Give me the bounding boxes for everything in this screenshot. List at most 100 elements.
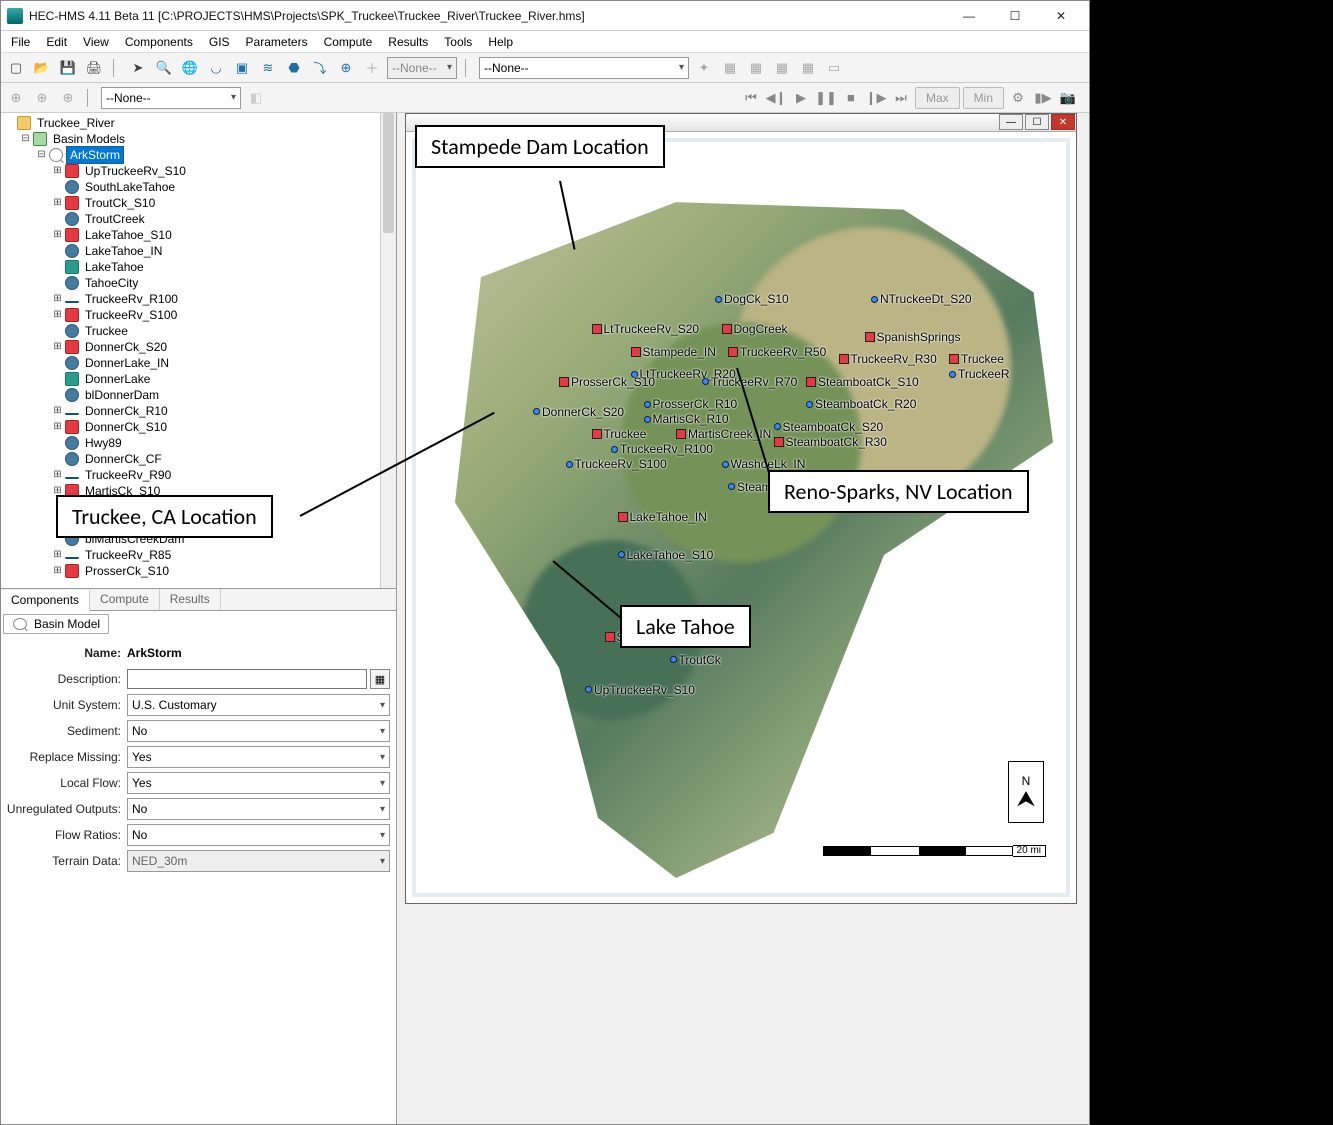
- tree-node[interactable]: DonnerLake_IN: [3, 355, 396, 371]
- tree-node[interactable]: TahoeCity: [3, 275, 396, 291]
- minimize-button[interactable]: —: [947, 2, 991, 30]
- tree-label[interactable]: blDonnerDam: [82, 387, 162, 403]
- description-input[interactable]: [127, 669, 367, 689]
- tree-node[interactable]: ⊞TruckeeRv_S100: [3, 307, 396, 323]
- map-element[interactable]: MartisCk_R10: [644, 412, 729, 426]
- expand-icon[interactable]: ⊟: [35, 147, 48, 163]
- map-element[interactable]: UpTruckeeRv_S10: [585, 683, 695, 697]
- slider-handle[interactable]: ◧: [245, 87, 267, 109]
- map-element[interactable]: ProsserCk_R10: [644, 397, 738, 411]
- form-combo[interactable]: U.S. Customary: [127, 694, 390, 716]
- tree-label[interactable]: Truckee: [82, 323, 131, 339]
- tree-label[interactable]: DonnerCk_S20: [82, 339, 170, 355]
- add-icon[interactable]: ＋: [361, 57, 383, 79]
- map-canvas[interactable]: N ⮝ 20 mi DogCk_S10NTruckeeDt_S20LtTruck…: [412, 138, 1070, 897]
- tree-label[interactable]: LakeTahoe_IN: [82, 243, 165, 259]
- expand-icon[interactable]: ⊞: [51, 291, 64, 307]
- tree-node[interactable]: ⊞ProsserCk_S10: [3, 563, 396, 579]
- play-icon[interactable]: ▶: [790, 87, 812, 109]
- results5-icon[interactable]: ▭: [823, 57, 845, 79]
- tree-node[interactable]: ⊞ TruckeeRv_R100: [3, 291, 396, 307]
- tree-label[interactable]: UpTruckeeRv_S10: [82, 163, 189, 179]
- expand-icon[interactable]: ⊞: [51, 547, 64, 563]
- globe-icon[interactable]: 🌐: [179, 57, 201, 79]
- map-element[interactable]: SteamboatCk_R20: [806, 397, 916, 411]
- sink-icon[interactable]: ⊕: [335, 57, 357, 79]
- tree-label[interactable]: SouthLakeTahoe: [82, 179, 178, 195]
- expand-icon[interactable]: ⊞: [51, 195, 64, 211]
- results2-icon[interactable]: ▦: [745, 57, 767, 79]
- menu-help[interactable]: Help: [480, 33, 521, 51]
- tree-label[interactable]: ArkStorm: [66, 146, 124, 164]
- form-combo[interactable]: No: [127, 824, 390, 846]
- map-element[interactable]: SteamboatCk_S10: [806, 375, 919, 389]
- tree-node[interactable]: SouthLakeTahoe: [3, 179, 396, 195]
- gear-icon[interactable]: ⚙: [1007, 87, 1029, 109]
- map-element[interactable]: SteamboatCk_R30: [774, 435, 887, 449]
- subbasin-icon[interactable]: ◡: [205, 57, 227, 79]
- form-combo[interactable]: Yes: [127, 746, 390, 768]
- close-button[interactable]: ✕: [1039, 2, 1083, 30]
- tree-label[interactable]: TruckeeRv_R90: [82, 467, 174, 483]
- tab-results[interactable]: Results: [160, 589, 221, 610]
- layer-combo[interactable]: --None--: [101, 87, 241, 109]
- tree-label[interactable]: DonnerLake: [82, 371, 153, 387]
- tree-node[interactable]: ⊟ ArkStorm: [3, 147, 396, 163]
- globe1-icon[interactable]: ⊕: [5, 87, 27, 109]
- menu-results[interactable]: Results: [380, 33, 436, 51]
- junction-icon[interactable]: ⬣: [283, 57, 305, 79]
- expand-icon[interactable]: ⊞: [51, 467, 64, 483]
- tree-node[interactable]: blDonnerDam: [3, 387, 396, 403]
- open-icon[interactable]: 📂: [31, 57, 53, 79]
- map-element[interactable]: LakeTahoe_S10: [618, 548, 714, 562]
- tree-node[interactable]: Truckee: [3, 323, 396, 339]
- tree-node[interactable]: ⊟Basin Models: [3, 131, 396, 147]
- map-element[interactable]: DonnerCk_S20: [533, 405, 624, 419]
- tree-label[interactable]: TruckeeRv_R100: [82, 291, 181, 307]
- tree-label[interactable]: LakeTahoe_S10: [82, 227, 175, 243]
- tab-compute[interactable]: Compute: [90, 589, 160, 610]
- compute-icon[interactable]: ✦: [693, 57, 715, 79]
- map-element[interactable]: SteamboatCk_S20: [774, 420, 884, 434]
- save-icon[interactable]: 💾: [57, 57, 79, 79]
- globe2-icon[interactable]: ⊕: [31, 87, 53, 109]
- map-element[interactable]: ProsserCk_S10: [559, 375, 655, 389]
- map-close-button[interactable]: ✕: [1051, 114, 1075, 130]
- tree-node[interactable]: LakeTahoe: [3, 259, 396, 275]
- menu-edit[interactable]: Edit: [38, 33, 75, 51]
- menu-view[interactable]: View: [75, 33, 117, 51]
- tree-label[interactable]: DonnerCk_S10: [82, 419, 170, 435]
- tree-node[interactable]: ⊞DonnerCk_S20: [3, 339, 396, 355]
- tree-node[interactable]: LakeTahoe_IN: [3, 243, 396, 259]
- map-element[interactable]: TruckeeRv_R30: [839, 352, 937, 366]
- tree-label[interactable]: DonnerLake_IN: [82, 355, 172, 371]
- tree-label[interactable]: ProsserCk_S10: [82, 563, 172, 579]
- map-minimize-button[interactable]: —: [999, 114, 1023, 130]
- map-element[interactable]: LakeTahoe_IN: [618, 510, 707, 524]
- basin-model-tab[interactable]: Basin Model: [3, 614, 109, 634]
- stepfwd-icon[interactable]: ❙▶: [865, 87, 887, 109]
- globe3-icon[interactable]: ⊕: [57, 87, 79, 109]
- tree-label[interactable]: TroutCk_S10: [82, 195, 158, 211]
- tree-label[interactable]: Truckee_River: [34, 115, 118, 131]
- video-icon[interactable]: ▮▶: [1032, 87, 1054, 109]
- first-icon[interactable]: ⏮: [740, 87, 762, 109]
- tree-node[interactable]: ⊞DonnerCk_S10: [3, 419, 396, 435]
- menu-tools[interactable]: Tools: [436, 33, 480, 51]
- maximize-button[interactable]: ☐: [993, 2, 1037, 30]
- menu-parameters[interactable]: Parameters: [238, 33, 316, 51]
- tree-node[interactable]: ⊞ LakeTahoe_S10: [3, 227, 396, 243]
- tree-label[interactable]: TroutCreek: [82, 211, 148, 227]
- tree-label[interactable]: DonnerCk_R10: [82, 403, 171, 419]
- tree-node[interactable]: ⊞ TruckeeRv_R90: [3, 467, 396, 483]
- menu-gis[interactable]: GIS: [201, 33, 238, 51]
- map-element[interactable]: TruckeeRv_S100: [566, 457, 667, 471]
- tree-node[interactable]: DonnerCk_CF: [3, 451, 396, 467]
- form-combo[interactable]: No: [127, 798, 390, 820]
- diversion-icon[interactable]: ⤵: [309, 57, 331, 79]
- tree-node[interactable]: Hwy89: [3, 435, 396, 451]
- tree-label[interactable]: TruckeeRv_R85: [82, 547, 174, 563]
- map-element[interactable]: SpanishSprings: [865, 330, 961, 344]
- results3-icon[interactable]: ▦: [771, 57, 793, 79]
- expand-icon[interactable]: ⊞: [51, 227, 64, 243]
